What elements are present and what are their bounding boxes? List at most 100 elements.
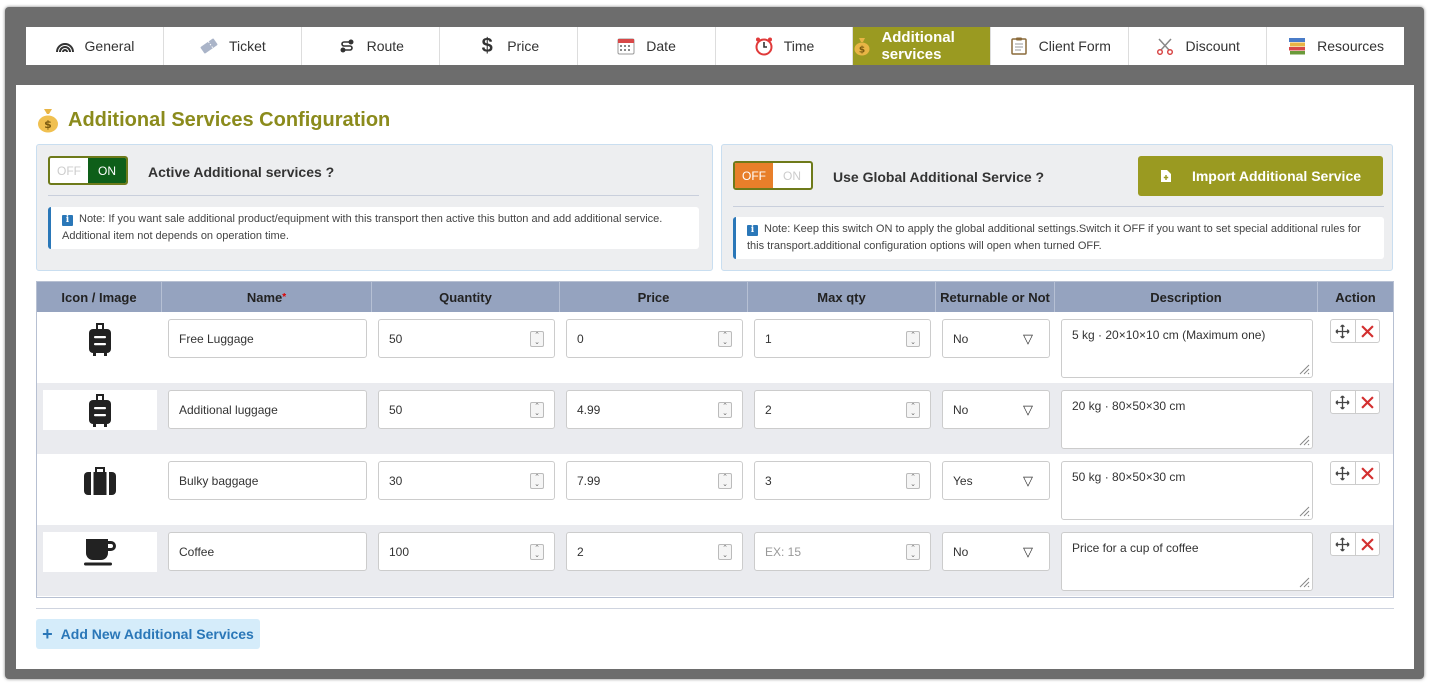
- add-new-service-button[interactable]: + Add New Additional Services: [36, 619, 260, 649]
- suitcase-rolling-icon: [43, 390, 157, 430]
- import-additional-service-button[interactable]: Import Additional Service: [1138, 156, 1383, 196]
- delete-icon[interactable]: [1356, 391, 1380, 413]
- quantity-value: 30: [389, 473, 403, 488]
- tab-time[interactable]: Time: [716, 27, 854, 65]
- returnable-select[interactable]: No ▽: [942, 390, 1050, 429]
- returnable-select[interactable]: No ▽: [942, 532, 1050, 571]
- price-input[interactable]: 4.99 ⌃ ⌄: [566, 390, 743, 429]
- table-row: Additional luggage 50 ⌃ ⌄ 4.99 ⌃ ⌄ 2 ⌃ ⌄ No ▽ 2…: [37, 383, 1393, 454]
- resize-grip-icon[interactable]: [1299, 577, 1310, 588]
- tab-label: Client Form: [1038, 38, 1111, 54]
- global-services-note: i Note: Keep this switch ON to apply the …: [733, 217, 1384, 259]
- money-bag-icon: $: [38, 109, 58, 133]
- name-input[interactable]: Additional luggage: [168, 390, 367, 429]
- move-icon[interactable]: [1331, 462, 1356, 484]
- spinner-icon[interactable]: ⌃ ⌄: [530, 473, 544, 489]
- spinner-icon[interactable]: ⌃ ⌄: [718, 331, 732, 347]
- active-services-box: OFF ON Active Additional services ? i Not…: [36, 144, 713, 271]
- wifi-arc-icon: [55, 36, 75, 56]
- resize-grip-icon[interactable]: [1299, 435, 1310, 446]
- move-icon[interactable]: [1331, 391, 1356, 413]
- spinner-icon[interactable]: ⌃ ⌄: [906, 544, 920, 560]
- delete-icon[interactable]: [1356, 533, 1380, 555]
- description-textarea[interactable]: 20 kg · 80×50×30 cm: [1061, 390, 1313, 449]
- tab-general[interactable]: General: [26, 27, 164, 65]
- spinner-icon[interactable]: ⌃ ⌄: [906, 331, 920, 347]
- quantity-input[interactable]: 50 ⌃ ⌄: [378, 319, 555, 358]
- move-icon[interactable]: [1331, 320, 1356, 342]
- toggle-off-option[interactable]: OFF: [735, 163, 773, 188]
- move-icon[interactable]: [1331, 533, 1356, 555]
- global-services-toggle[interactable]: OFF ON: [733, 161, 813, 190]
- name-input[interactable]: Free Luggage: [168, 319, 367, 358]
- quantity-input[interactable]: 30 ⌃ ⌄: [378, 461, 555, 500]
- spinner-icon[interactable]: ⌃ ⌄: [906, 402, 920, 418]
- tab-label: Price: [507, 38, 540, 54]
- info-icon: i: [62, 215, 73, 226]
- money-bag-icon: $: [853, 36, 871, 56]
- spinner-icon[interactable]: ⌃ ⌄: [718, 473, 732, 489]
- tab-route[interactable]: Route: [302, 27, 440, 65]
- tab-resources[interactable]: Resources: [1267, 27, 1404, 65]
- returnable-value: No: [953, 544, 969, 559]
- tab-discount[interactable]: Discount: [1129, 27, 1268, 65]
- spinner-icon[interactable]: ⌃ ⌄: [906, 473, 920, 489]
- max-qty-input[interactable]: EX: 15 ⌃ ⌄: [754, 532, 931, 571]
- header-name-text: Name: [246, 289, 283, 305]
- resize-grip-icon[interactable]: [1299, 364, 1310, 375]
- clipboard-icon: [1009, 36, 1029, 56]
- tab-ticket[interactable]: Ticket: [164, 27, 302, 65]
- note-text: Note: Keep this switch ON to apply the g…: [747, 223, 1361, 252]
- returnable-select[interactable]: Yes ▽: [942, 461, 1050, 500]
- price-input[interactable]: 2 ⌃ ⌄: [566, 532, 743, 571]
- quantity-input[interactable]: 50 ⌃ ⌄: [378, 390, 555, 429]
- triangle-down-icon: ▽: [1023, 544, 1033, 559]
- spinner-icon[interactable]: ⌃ ⌄: [530, 544, 544, 560]
- spinner-icon[interactable]: ⌃ ⌄: [530, 331, 544, 347]
- tab-label: Discount: [1185, 38, 1240, 54]
- ticket-icon: [199, 36, 219, 56]
- table-row: Free Luggage 50 ⌃ ⌄ 0 ⌃ ⌄ 1 ⌃ ⌄ No ▽ 5 kg · 20×…: [37, 312, 1393, 383]
- page-title: $ Additional Services Configuration: [36, 105, 390, 135]
- description-textarea[interactable]: Price for a cup of coffee: [1061, 532, 1313, 591]
- tab-additional-services[interactable]: $ Additional services: [853, 27, 992, 65]
- tab-date[interactable]: Date: [578, 27, 716, 65]
- description-textarea[interactable]: 5 kg · 20×10×10 cm (Maximum one): [1061, 319, 1313, 378]
- description-value: 50 kg · 80×50×30 cm: [1072, 470, 1186, 484]
- tab-bar: General Ticket Route $ Price Date Time $…: [26, 27, 1404, 65]
- toggle-on-option[interactable]: ON: [88, 158, 126, 183]
- header-max-qty: Max qty: [748, 282, 936, 312]
- returnable-value: No: [953, 402, 969, 417]
- quantity-input[interactable]: 100 ⌃ ⌄: [378, 532, 555, 571]
- file-import-icon: [1160, 170, 1171, 182]
- tab-label: Time: [783, 38, 815, 54]
- tab-client-form[interactable]: Client Form: [991, 27, 1130, 65]
- toggle-on-option[interactable]: ON: [773, 163, 811, 188]
- toggle-off-option[interactable]: OFF: [50, 158, 88, 183]
- global-services-box: OFF ON Use Global Additional Service ? I…: [721, 144, 1393, 271]
- max-qty-input[interactable]: 1 ⌃ ⌄: [754, 319, 931, 358]
- spinner-icon[interactable]: ⌃ ⌄: [718, 402, 732, 418]
- price-input[interactable]: 7.99 ⌃ ⌄: [566, 461, 743, 500]
- description-value: 5 kg · 20×10×10 cm (Maximum one): [1072, 328, 1266, 342]
- books-icon: [1287, 36, 1307, 56]
- spinner-icon[interactable]: ⌃ ⌄: [718, 544, 732, 560]
- tab-price[interactable]: $ Price: [440, 27, 578, 65]
- plus-icon: +: [42, 624, 53, 644]
- active-services-toggle[interactable]: OFF ON: [48, 156, 128, 185]
- header-name: Name *: [162, 282, 372, 312]
- max-qty-input[interactable]: 2 ⌃ ⌄: [754, 390, 931, 429]
- max-qty-input[interactable]: 3 ⌃ ⌄: [754, 461, 931, 500]
- suitcase-rolling-icon: [43, 319, 157, 359]
- price-input[interactable]: 0 ⌃ ⌄: [566, 319, 743, 358]
- spinner-icon[interactable]: ⌃ ⌄: [530, 402, 544, 418]
- delete-icon[interactable]: [1356, 320, 1380, 342]
- returnable-select[interactable]: No ▽: [942, 319, 1050, 358]
- delete-icon[interactable]: [1356, 462, 1380, 484]
- description-textarea[interactable]: 50 kg · 80×50×30 cm: [1061, 461, 1313, 520]
- note-text: Note: If you want sale additional produc…: [62, 213, 663, 242]
- name-input[interactable]: Bulky baggage: [168, 461, 367, 500]
- name-input[interactable]: Coffee: [168, 532, 367, 571]
- scissors-icon: [1155, 36, 1175, 56]
- resize-grip-icon[interactable]: [1299, 506, 1310, 517]
